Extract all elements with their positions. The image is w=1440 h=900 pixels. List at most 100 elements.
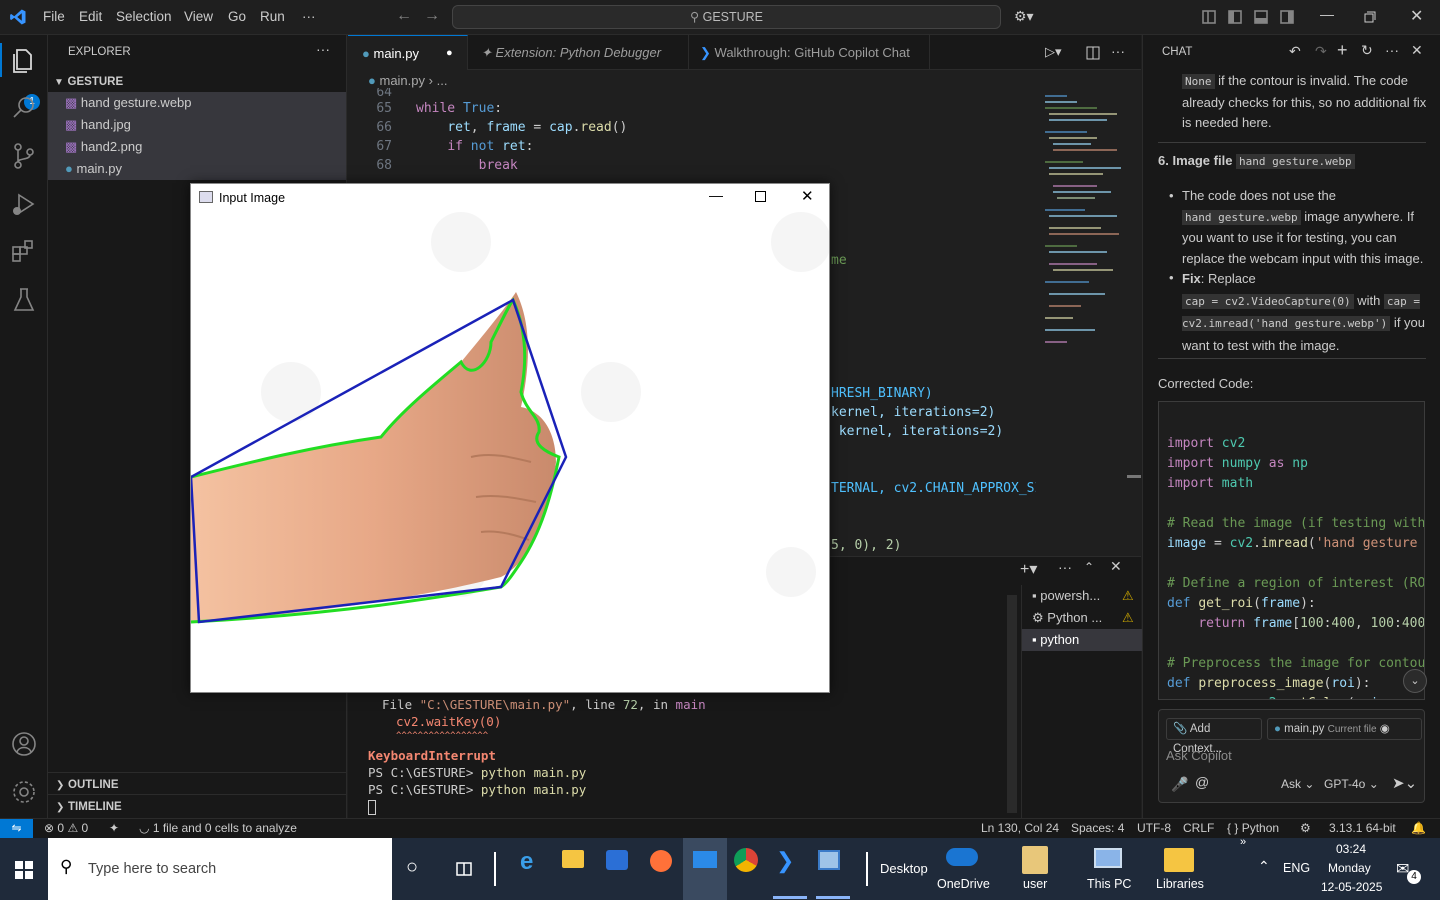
- indentation[interactable]: Spaces: 4: [1071, 821, 1124, 835]
- folder-header[interactable]: ▼ GESTURE: [48, 70, 346, 92]
- user-folder-icon[interactable]: [1022, 846, 1048, 874]
- minimize-icon[interactable]: —: [1320, 6, 1334, 22]
- breadcrumb-rest[interactable]: ...: [437, 73, 448, 88]
- file-item[interactable]: ● main.py: [48, 158, 346, 180]
- terminal-cursor[interactable]: [368, 800, 376, 815]
- code-block[interactable]: import cv2 import numpy as np import mat…: [1158, 401, 1425, 700]
- microphone-icon[interactable]: 🎤: [1171, 776, 1188, 793]
- toolbar-expand-icon[interactable]: »: [1240, 836, 1246, 848]
- undo-icon[interactable]: ↶: [1289, 43, 1301, 60]
- customize-layout-icon[interactable]: [1202, 10, 1216, 24]
- onedrive-label[interactable]: OneDrive: [937, 877, 990, 891]
- extensions-icon[interactable]: [9, 237, 39, 267]
- notifications-icon[interactable]: 🔔: [1411, 821, 1426, 835]
- redo-icon[interactable]: ↷: [1315, 43, 1327, 60]
- send-icon[interactable]: ➤⌄: [1392, 774, 1417, 792]
- menu-more[interactable]: ···: [302, 9, 316, 24]
- model-picker[interactable]: GPT-4o ⌄: [1324, 777, 1379, 791]
- new-chat-icon[interactable]: +: [1337, 40, 1348, 61]
- taskbar-search-box[interactable]: ⚲ Type here to search: [48, 838, 392, 900]
- window-close-icon[interactable]: ✕: [801, 187, 814, 205]
- run-debug-icon[interactable]: [9, 189, 39, 219]
- window-minimize-icon[interactable]: —: [709, 187, 723, 203]
- toggle-sidebar-icon[interactable]: [1228, 10, 1242, 24]
- clock-time[interactable]: 03:24: [1336, 842, 1366, 856]
- task-view-icon[interactable]: [455, 860, 473, 878]
- this-pc-label[interactable]: This PC: [1087, 877, 1131, 891]
- chat-more-icon[interactable]: ···: [1385, 42, 1399, 58]
- minimap[interactable]: [1037, 92, 1127, 548]
- windows-start-icon[interactable]: [15, 861, 33, 879]
- explorer-icon[interactable]: [9, 45, 39, 75]
- code-line[interactable]: break: [416, 158, 518, 173]
- unsaved-dot-icon[interactable]: ●: [446, 36, 453, 71]
- editor-more-icon[interactable]: ···: [1111, 43, 1125, 59]
- chrome-icon[interactable]: [734, 848, 758, 872]
- menu-edit[interactable]: Edit: [79, 9, 102, 24]
- mode-picker[interactable]: Ask ⌄: [1281, 777, 1314, 791]
- hidden-icons-chevron[interactable]: ⌃: [1258, 858, 1270, 875]
- tab-walkthrough[interactable]: ❯ Walkthrough: GitHub Copilot Chat: [690, 35, 930, 70]
- explorer-more-icon[interactable]: ···: [316, 41, 330, 57]
- file-item[interactable]: ▩ hand gesture.webp: [48, 92, 346, 114]
- timeline-section[interactable]: ❯ TIMELINE: [48, 794, 346, 816]
- file-item[interactable]: ▩ hand.jpg: [48, 114, 346, 136]
- line-ending[interactable]: CRLF: [1183, 821, 1214, 835]
- debug-status-icon[interactable]: ✦: [109, 821, 119, 835]
- close-panel-icon[interactable]: ✕: [1110, 558, 1122, 575]
- menu-view[interactable]: View: [184, 9, 213, 24]
- menu-selection[interactable]: Selection: [116, 9, 172, 24]
- scroll-down-icon[interactable]: ⌄: [1403, 669, 1427, 693]
- settings-gear-icon[interactable]: [9, 777, 39, 807]
- clock-day[interactable]: Monday: [1328, 861, 1371, 875]
- tab-python-debugger[interactable]: ✦ Extension: Python Debugger: [469, 35, 689, 70]
- outline-section[interactable]: ❯ OUTLINE: [48, 772, 346, 794]
- user-label[interactable]: user: [1023, 877, 1047, 891]
- store-icon[interactable]: [606, 850, 628, 870]
- libraries-label[interactable]: Libraries: [1156, 877, 1204, 891]
- accounts-icon[interactable]: [9, 729, 39, 759]
- edge-icon[interactable]: e: [520, 848, 533, 876]
- copilot-icon[interactable]: ⚙▾: [1014, 8, 1034, 25]
- language-mode[interactable]: { } Python: [1227, 821, 1279, 835]
- mention-icon[interactable]: @: [1195, 774, 1209, 790]
- code-line[interactable]: if not ret:: [416, 139, 533, 154]
- python-interpreter[interactable]: 3.13.1 64-bit: [1329, 821, 1396, 835]
- testing-flask-icon[interactable]: [9, 285, 39, 315]
- search-icon[interactable]: [9, 93, 39, 123]
- problems-status[interactable]: ⊗ 0 ⚠ 0: [44, 821, 88, 835]
- tab-main-py[interactable]: ● main.py ●: [348, 35, 468, 70]
- menu-file[interactable]: File: [43, 9, 65, 24]
- window-maximize-icon[interactable]: [755, 191, 766, 202]
- close-window-icon[interactable]: ✕: [1410, 6, 1423, 26]
- file-explorer-icon[interactable]: [562, 850, 584, 868]
- this-pc-icon[interactable]: [1094, 848, 1122, 868]
- vscode-taskbar-icon[interactable]: ❯: [776, 848, 794, 874]
- cursor-position[interactable]: Ln 130, Col 24: [981, 821, 1059, 835]
- current-file-chip[interactable]: ● main.py Current file ◉: [1267, 718, 1422, 740]
- remote-icon[interactable]: ⇋: [0, 819, 33, 838]
- add-context-button[interactable]: 📎 Add Context...: [1166, 718, 1262, 755]
- panel-more-icon[interactable]: ···: [1058, 559, 1072, 575]
- ask-copilot-input[interactable]: Ask Copilot: [1166, 748, 1232, 763]
- encoding[interactable]: UTF-8: [1137, 821, 1171, 835]
- copilot-status-icon[interactable]: ⚙: [1300, 821, 1311, 835]
- maximize-panel-icon[interactable]: ⌃: [1084, 560, 1094, 574]
- forward-arrow-icon[interactable]: →: [424, 7, 440, 25]
- breadcrumb-file[interactable]: main.py: [379, 73, 425, 88]
- command-center-search[interactable]: ⚲ GESTURE: [452, 5, 1001, 29]
- toggle-panel-icon[interactable]: [1254, 10, 1268, 24]
- input-language[interactable]: ENG: [1283, 861, 1310, 875]
- terminal-item[interactable]: ⚙ Python ... ⚠: [1022, 607, 1142, 629]
- analysis-status[interactable]: ◡ 1 file and 0 cells to analyze: [139, 821, 297, 835]
- history-icon[interactable]: ↻: [1361, 42, 1373, 59]
- restore-icon[interactable]: [1364, 11, 1376, 23]
- split-editor-icon[interactable]: [1086, 46, 1100, 60]
- mail-app[interactable]: [683, 838, 727, 900]
- code-line[interactable]: ret, frame = cap.read(): [416, 120, 627, 135]
- terminal-item-active[interactable]: ▪ python: [1022, 629, 1142, 651]
- clock-date[interactable]: 12-05-2025: [1321, 880, 1382, 894]
- code-line[interactable]: while True:: [416, 101, 502, 116]
- back-arrow-icon[interactable]: ←: [396, 7, 412, 25]
- firefox-icon[interactable]: [650, 850, 672, 872]
